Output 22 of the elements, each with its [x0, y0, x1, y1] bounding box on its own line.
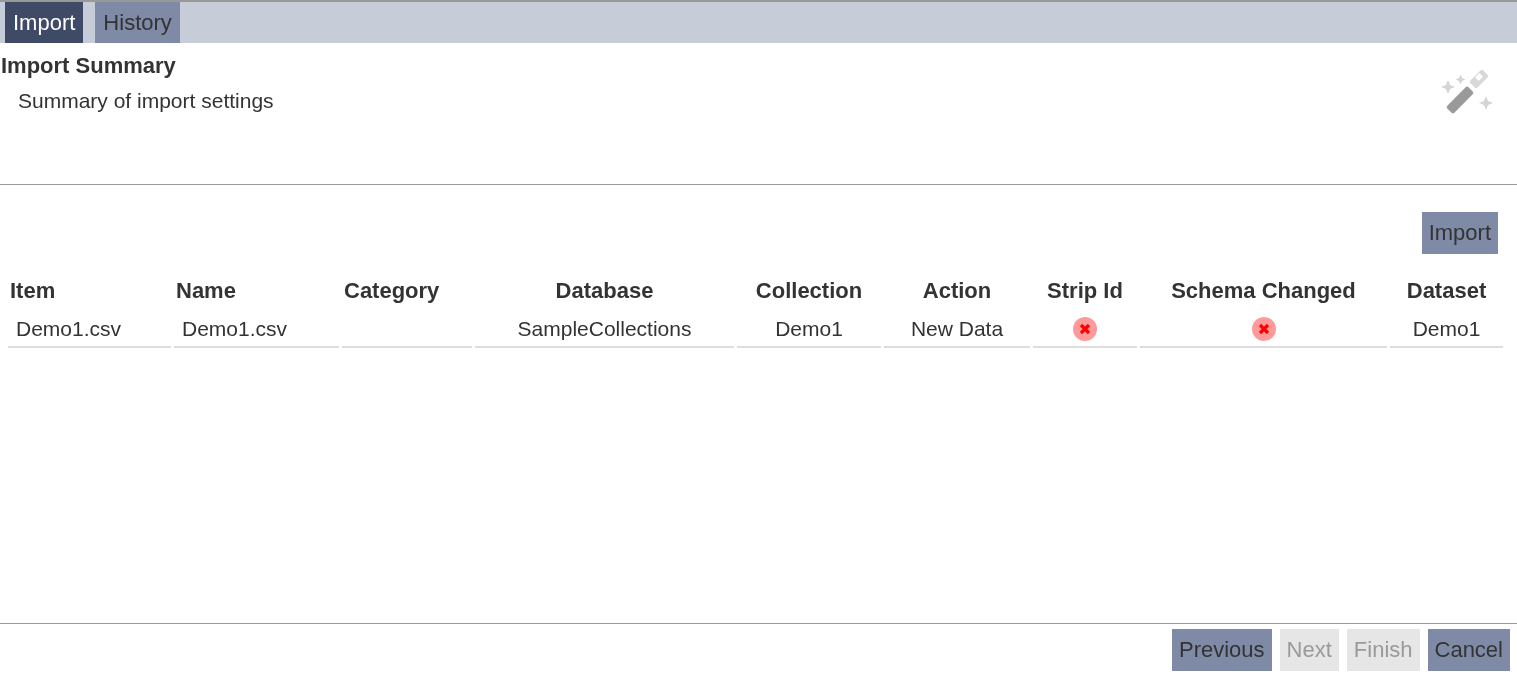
- wizard-button[interactable]: Cancel: [1427, 629, 1510, 671]
- table-cell: Demo1.csv: [174, 312, 339, 348]
- column-header: Name: [175, 277, 237, 305]
- import-button[interactable]: Import: [1421, 212, 1498, 254]
- wizard-button[interactable]: Previous: [1172, 629, 1272, 671]
- table-cell: SampleCollections: [475, 312, 734, 348]
- column-header: Database: [554, 277, 655, 305]
- table-cell: New Data: [884, 312, 1030, 348]
- table-cell: Demo1.csv: [8, 312, 171, 348]
- section-subtitle: Summary of import settings: [18, 89, 274, 113]
- column-header: Action: [921, 277, 993, 305]
- table-cell: Demo1: [1390, 312, 1503, 348]
- tab[interactable]: History: [95, 2, 180, 43]
- tab[interactable]: Import: [5, 2, 84, 43]
- section-title: Import Summary: [1, 53, 177, 79]
- column-header: Collection: [754, 277, 864, 305]
- column-header: Schema Changed: [1170, 277, 1357, 305]
- column-header: Item: [9, 277, 57, 305]
- column-header: Strip Id: [1046, 277, 1124, 305]
- column-header: Dataset: [1405, 277, 1488, 305]
- table-cell: Demo1: [737, 312, 881, 348]
- column-header: Category: [343, 277, 441, 305]
